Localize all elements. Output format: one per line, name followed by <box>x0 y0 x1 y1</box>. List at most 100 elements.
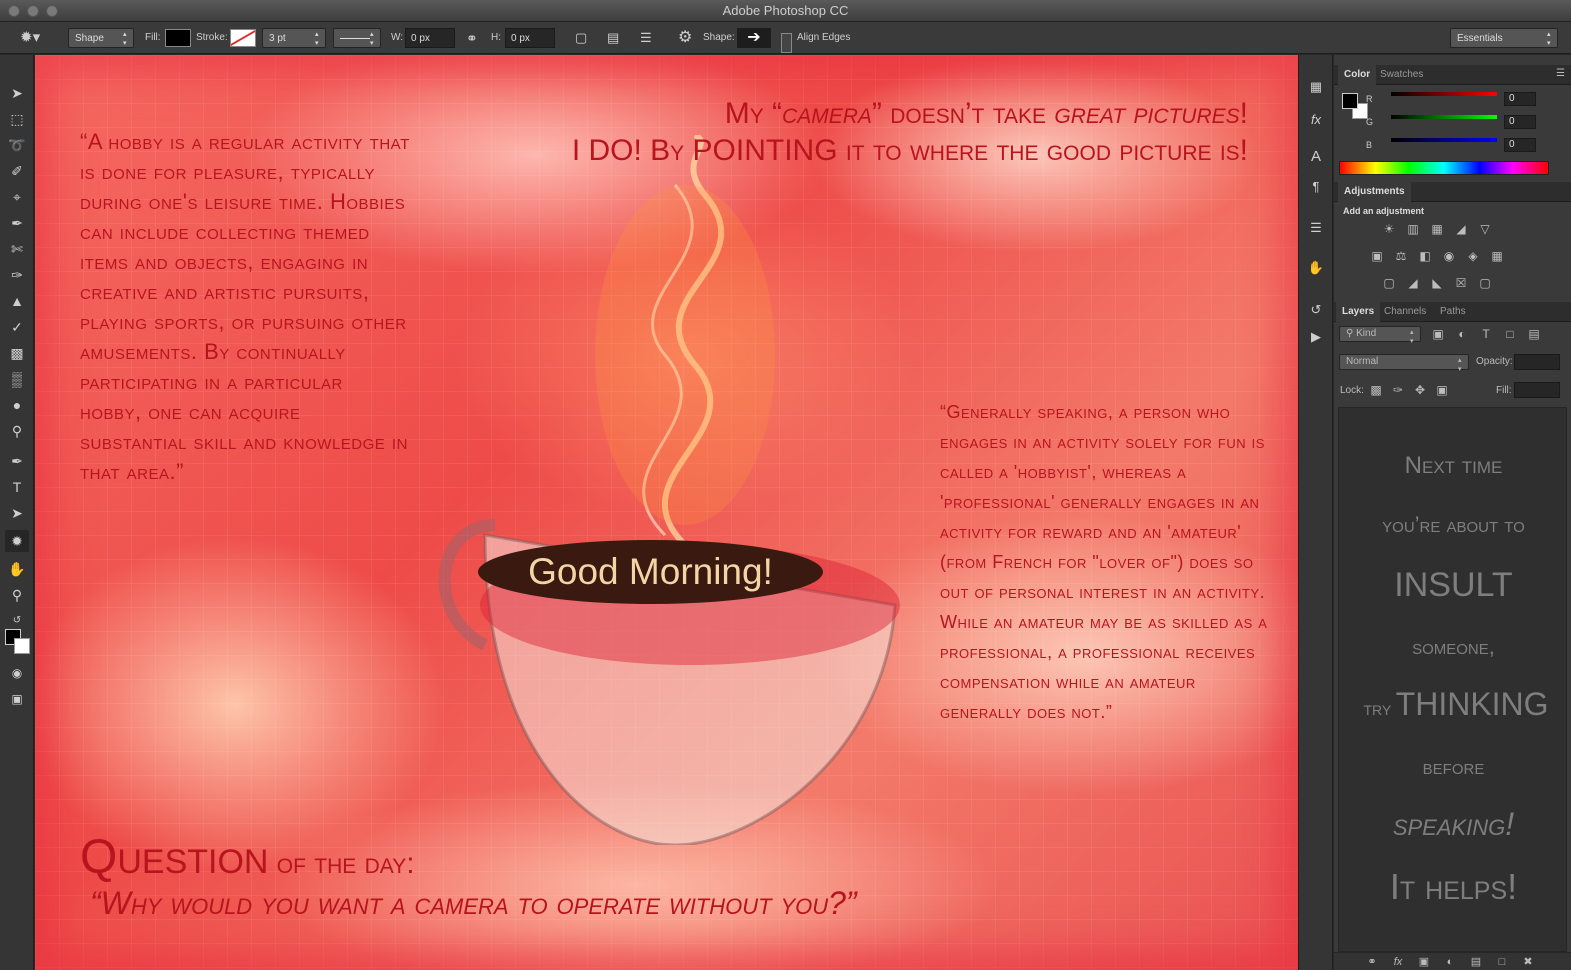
height-field[interactable]: 0 px <box>505 28 555 48</box>
move-tool-icon[interactable]: ➤ <box>5 82 29 104</box>
gradient-tool-icon[interactable]: ▒ <box>5 368 29 390</box>
levels-icon[interactable]: ▥ <box>1405 222 1421 236</box>
workspace-dropdown[interactable]: Essentials <box>1450 28 1558 48</box>
styles-panel-icon[interactable]: fx <box>1305 110 1327 130</box>
color-foreground-swatch[interactable] <box>1342 93 1358 109</box>
align-edges-checkbox[interactable] <box>781 33 792 53</box>
opacity-field[interactable] <box>1514 354 1560 370</box>
fill-field[interactable] <box>1514 382 1560 398</box>
selective-color-icon[interactable]: ☒ <box>1453 276 1469 290</box>
vibrance-icon[interactable]: ▽ <box>1477 222 1493 236</box>
blue-slider[interactable] <box>1391 138 1497 142</box>
hand-tool-icon[interactable]: ✋ <box>5 558 29 580</box>
layers-list-area[interactable]: Next time you’re about to INSULT someone… <box>1338 407 1567 952</box>
actions-panel-icon[interactable]: ↺ <box>1305 300 1327 320</box>
character-panel-icon[interactable]: A <box>1305 147 1327 167</box>
curves-icon[interactable]: ▦ <box>1429 222 1445 236</box>
color-spectrum-bar[interactable] <box>1339 161 1549 175</box>
layer-style-icon[interactable]: fx <box>1390 955 1406 969</box>
type-tool-icon[interactable]: T <box>5 476 29 498</box>
clone-stamp-tool-icon[interactable]: ▲ <box>5 290 29 312</box>
healing-brush-tool-icon[interactable]: ✄ <box>5 238 29 260</box>
settings-gear-icon[interactable]: ⚙ <box>678 28 692 48</box>
lock-position-icon[interactable]: ✥ <box>1412 383 1428 397</box>
new-adjustment-layer-icon[interactable]: ◐ <box>1442 955 1458 969</box>
stroke-type-dropdown[interactable] <box>333 28 381 48</box>
path-arrangement-icon[interactable]: ☰ <box>640 28 652 48</box>
new-layer-icon[interactable]: □ <box>1494 955 1510 969</box>
stroke-swatch[interactable] <box>230 29 256 47</box>
path-operations-icon[interactable]: ▢ <box>575 28 587 48</box>
layer-filter-dropdown[interactable]: ⚲ Kind <box>1339 326 1421 346</box>
threshold-icon[interactable]: ◣ <box>1429 276 1445 290</box>
photo-filter-icon[interactable]: ◉ <box>1441 249 1457 263</box>
type-layer-filter-icon[interactable]: T <box>1478 327 1494 341</box>
delete-layer-icon[interactable]: ✖ <box>1520 955 1536 969</box>
path-selection-tool-icon[interactable]: ➤ <box>5 502 29 524</box>
lasso-tool-icon[interactable]: ➰ <box>5 134 29 156</box>
pixel-layer-filter-icon[interactable]: ▣ <box>1430 327 1446 341</box>
adjustment-layer-filter-icon[interactable]: ◐ <box>1454 327 1470 341</box>
history-panel-icon[interactable]: ▦ <box>1305 77 1327 97</box>
document-canvas[interactable]: My “camera” doesn’t take great pictures!… <box>35 55 1298 970</box>
quick-selection-tool-icon[interactable]: ✐ <box>5 160 29 182</box>
tab-adjustments[interactable]: Adjustments <box>1338 182 1411 202</box>
color-lookup-icon[interactable]: ▦ <box>1489 249 1505 263</box>
brush-panel-icon[interactable]: ☰ <box>1305 218 1327 238</box>
custom-shape-tool-icon[interactable]: ✹ <box>5 530 29 552</box>
path-alignment-icon[interactable]: ▤ <box>607 28 619 48</box>
link-layers-icon[interactable]: ⚭ <box>1364 955 1380 969</box>
lock-transparent-icon[interactable]: ▩ <box>1368 383 1384 397</box>
invert-icon[interactable]: ▢ <box>1381 276 1397 290</box>
channel-mixer-icon[interactable]: ◈ <box>1465 249 1481 263</box>
screen-mode-icon[interactable]: ▣ <box>5 688 29 710</box>
tool-mode-dropdown[interactable]: Shape <box>68 28 134 48</box>
tool-presets-icon[interactable]: ✋ <box>1305 258 1327 278</box>
stroke-width-dropdown[interactable]: 3 pt <box>262 28 326 48</box>
blend-mode-dropdown[interactable]: Normal <box>1339 354 1469 374</box>
eraser-tool-icon[interactable]: ▩ <box>5 342 29 364</box>
red-value[interactable]: 0 <box>1504 92 1536 106</box>
red-slider[interactable] <box>1391 92 1497 96</box>
marquee-tool-icon[interactable]: ⬚ <box>5 108 29 130</box>
brightness-contrast-icon[interactable]: ☀ <box>1381 222 1397 236</box>
background-color-swatch[interactable] <box>14 638 30 654</box>
paragraph-panel-icon[interactable]: ¶ <box>1305 177 1327 197</box>
black-white-icon[interactable]: ◧ <box>1417 249 1433 263</box>
green-slider[interactable] <box>1391 115 1497 119</box>
green-value[interactable]: 0 <box>1504 115 1536 129</box>
tab-layers[interactable]: Layers <box>1336 302 1381 322</box>
shape-layer-filter-icon[interactable]: □ <box>1502 327 1518 341</box>
link-icon[interactable]: ⚭ <box>466 28 478 48</box>
hue-saturation-icon[interactable]: ▣ <box>1369 249 1385 263</box>
custom-shape-tool-preset-icon[interactable]: ✹▾ <box>20 28 54 48</box>
brush-tool-icon[interactable]: ✑ <box>5 264 29 286</box>
fill-swatch[interactable] <box>165 29 191 47</box>
blue-value[interactable]: 0 <box>1504 138 1536 152</box>
history-brush-tool-icon[interactable]: ✓ <box>5 316 29 338</box>
lock-image-icon[interactable]: ✑ <box>1390 383 1406 397</box>
posterize-icon[interactable]: ◢ <box>1405 276 1421 290</box>
pen-tool-icon[interactable]: ✒ <box>5 450 29 472</box>
panel-menu-icon[interactable]: ☰ <box>1556 68 1565 79</box>
new-group-icon[interactable]: ▤ <box>1468 955 1484 969</box>
quick-mask-icon[interactable]: ◉ <box>5 662 29 684</box>
play-action-icon[interactable]: ▶ <box>1305 327 1327 347</box>
tab-channels[interactable]: Channels <box>1378 302 1432 322</box>
zoom-tool-icon[interactable]: ⚲ <box>5 584 29 606</box>
tab-paths[interactable]: Paths <box>1434 302 1472 322</box>
tab-swatches[interactable]: Swatches <box>1374 65 1429 85</box>
exposure-icon[interactable]: ◢ <box>1453 222 1469 236</box>
shape-picker-arrow-icon[interactable]: ➔ <box>737 28 771 48</box>
eyedropper-tool-icon[interactable]: ✒ <box>5 212 29 234</box>
tab-color[interactable]: Color <box>1338 65 1377 85</box>
smart-object-filter-icon[interactable]: ▤ <box>1526 327 1542 341</box>
crop-tool-icon[interactable]: ⌖ <box>5 186 29 208</box>
blur-tool-icon[interactable]: ● <box>5 394 29 416</box>
gradient-map-icon[interactable]: ▢ <box>1477 276 1493 290</box>
color-balance-icon[interactable]: ⚖ <box>1393 249 1409 263</box>
lock-all-icon[interactable]: ▣ <box>1434 383 1450 397</box>
dodge-tool-icon[interactable]: ⚲ <box>5 420 29 442</box>
width-field[interactable]: 0 px <box>405 28 455 48</box>
add-mask-icon[interactable]: ▣ <box>1416 955 1432 969</box>
